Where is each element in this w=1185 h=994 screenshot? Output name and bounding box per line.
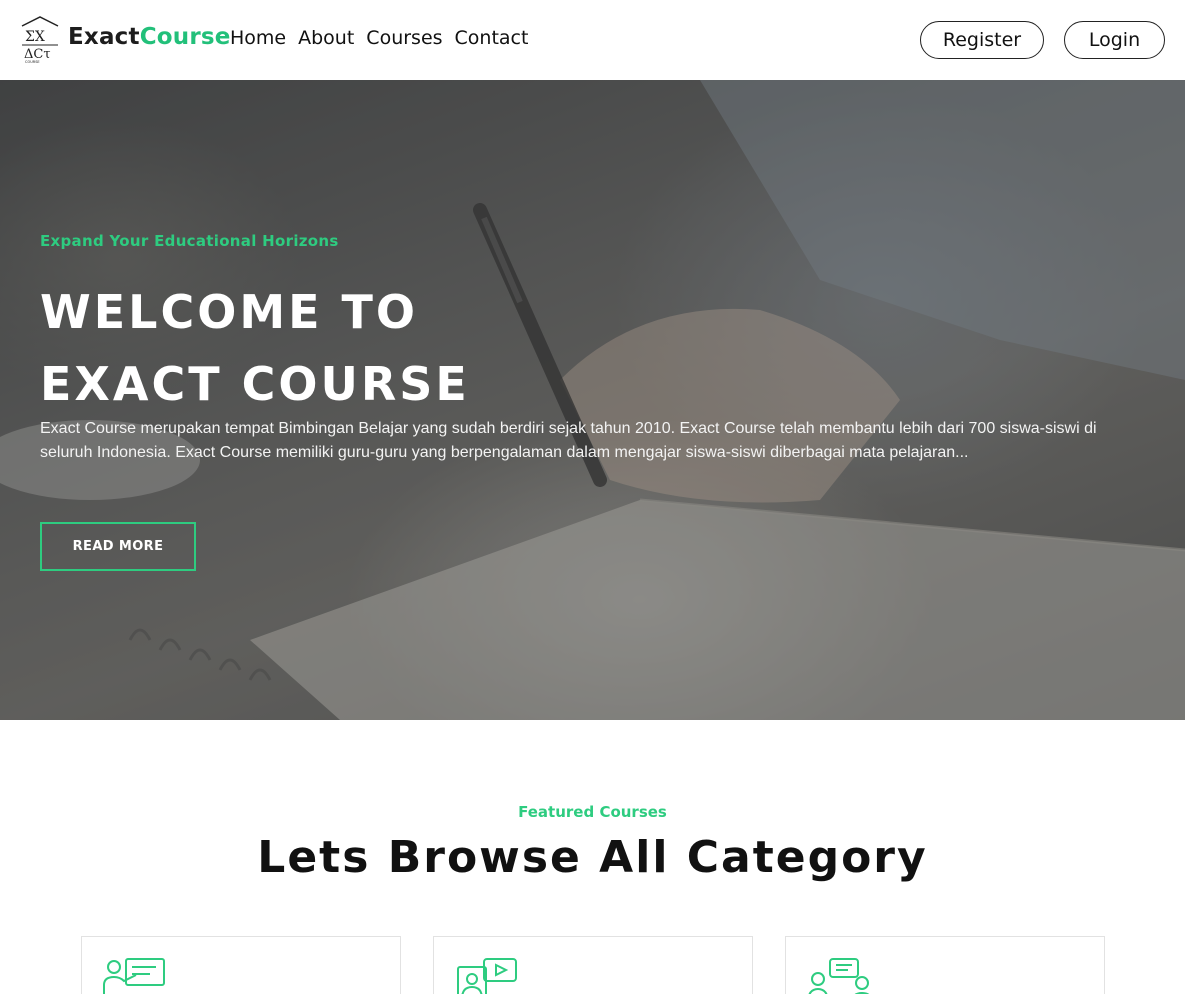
nav-courses[interactable]: Courses [366,27,442,49]
section-title: Lets Browse All Category [257,832,928,883]
brand-part-course: Course [139,24,231,50]
svg-text:ΣX: ΣX [25,29,45,45]
category-card[interactable] [433,936,753,994]
hero-title: WELCOME TO EXACT COURSE [40,276,470,420]
site-header: ΣX ΔCτ COURSE ExactCourse Home About Cou… [0,0,1185,80]
teacher-board-icon [103,958,165,994]
login-button[interactable]: Login [1064,21,1165,59]
hero-description: Exact Course merupakan tempat Bimbingan … [40,420,1097,461]
nav-contact[interactable]: Contact [455,27,529,49]
hero-banner: Expand Your Educational Horizons WELCOME… [0,80,1185,720]
category-card[interactable] [785,936,1105,994]
exact-course-logo[interactable]: ΣX ΔCτ COURSE [18,14,62,64]
svg-text:COURSE: COURSE [25,60,40,64]
main-nav: Home About Courses Contact [230,27,528,49]
nav-home[interactable]: Home [230,27,286,49]
brand-name[interactable]: ExactCourse [68,24,231,50]
hero-title-line1: WELCOME TO [40,285,419,339]
nav-about[interactable]: About [298,27,354,49]
hero-title-line2: EXACT COURSE [40,357,470,411]
register-button[interactable]: Register [920,21,1044,59]
brand-part-exact: Exact [68,24,140,50]
hero-kicker: Expand Your Educational Horizons [40,232,339,250]
featured-kicker: Featured Courses [518,803,667,821]
discussion-people-icon [808,958,870,994]
category-card[interactable] [81,936,401,994]
online-video-class-icon [457,958,517,994]
read-more-button[interactable]: READ MORE [40,522,196,571]
